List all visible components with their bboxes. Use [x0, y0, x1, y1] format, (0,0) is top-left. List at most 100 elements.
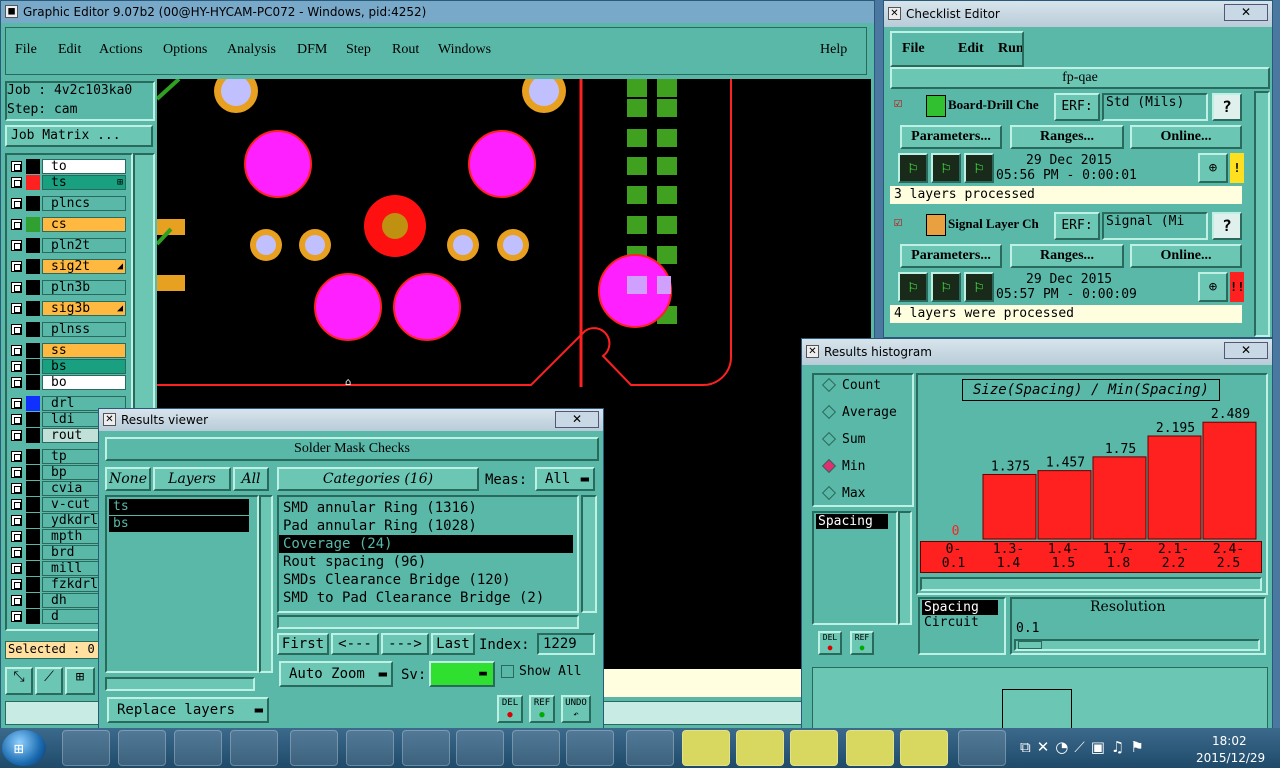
- taskbar-image-icon[interactable]: [346, 730, 394, 766]
- taskbar-network-icon[interactable]: [958, 730, 1006, 766]
- taskbar-editor-icon[interactable]: [682, 730, 730, 766]
- last-button[interactable]: Last: [431, 633, 475, 655]
- results-histogram-titlebar[interactable]: ✕ Results histogram ✕: [802, 339, 1272, 365]
- menu-edit[interactable]: Edit: [58, 42, 81, 58]
- undo-button[interactable]: UNDO ↶: [561, 695, 591, 723]
- checklist-editor-titlebar[interactable]: ✕ Checklist Editor ✕: [884, 1, 1272, 27]
- grid-button[interactable]: ⊞: [65, 667, 95, 695]
- layer-row-cs[interactable]: cs: [9, 216, 127, 233]
- layer-row-pln3b[interactable]: pln3b: [9, 279, 127, 296]
- close-icon[interactable]: ✕: [1224, 4, 1268, 21]
- histogram-bar[interactable]: [1092, 456, 1147, 540]
- categories-tab[interactable]: Categories (16): [277, 467, 479, 491]
- parameters-button[interactable]: Parameters...: [900, 244, 1002, 268]
- histogram-bar[interactable]: [1147, 435, 1202, 540]
- taskbar-editor-icon[interactable]: [736, 730, 784, 766]
- erf-field[interactable]: Signal (Mi: [1102, 212, 1208, 240]
- check-enabled-icon[interactable]: ☑: [894, 95, 902, 111]
- hist-del-button[interactable]: DEL ●: [818, 631, 842, 655]
- del-button[interactable]: DEL ●: [497, 695, 523, 723]
- taskbar-app-f-icon[interactable]: [174, 730, 222, 766]
- categories-vscroll[interactable]: [581, 495, 597, 613]
- category-item[interactable]: Rout spacing (96): [279, 553, 573, 571]
- menu-dfm[interactable]: DFM: [297, 42, 327, 58]
- layer-checkbox[interactable]: [11, 531, 22, 542]
- category-item[interactable]: SMD to Pad Clearance Bridge (2): [279, 589, 573, 607]
- histogram-hscroll[interactable]: [920, 577, 1262, 591]
- layer-row-sig2t[interactable]: sig2t ◢: [9, 258, 127, 275]
- layer-row-sig3b[interactable]: sig3b ◢: [9, 300, 127, 317]
- next-button[interactable]: --->: [381, 633, 429, 655]
- check-name[interactable]: Board-Drill Che: [948, 97, 1058, 113]
- layer-row-pln2t[interactable]: pln2t: [9, 237, 127, 254]
- category-item[interactable]: SMD annular Ring (1316): [279, 499, 573, 517]
- measure-item[interactable]: Spacing: [816, 514, 888, 529]
- category-item[interactable]: Pad annular Ring (1028): [279, 517, 573, 535]
- run-check-icon[interactable]: ⚐: [898, 153, 928, 183]
- layer-checkbox[interactable]: [11, 483, 22, 494]
- first-button[interactable]: First: [277, 633, 329, 655]
- layer-checkbox[interactable]: [11, 198, 22, 209]
- layer-checkbox[interactable]: [11, 161, 22, 172]
- close-icon[interactable]: ✕: [555, 411, 599, 428]
- layer-checkbox[interactable]: [11, 398, 22, 409]
- layer-checkbox[interactable]: [11, 345, 22, 356]
- auto-zoom-select[interactable]: Auto Zoom ▬: [279, 661, 393, 687]
- menu-windows[interactable]: Windows: [438, 42, 491, 58]
- check-enabled-icon[interactable]: ☑: [894, 214, 902, 230]
- slider-thumb[interactable]: [1018, 641, 1042, 649]
- menu-file[interactable]: File: [15, 42, 37, 58]
- layer-checkbox[interactable]: [11, 451, 22, 462]
- measure-vscroll[interactable]: [898, 511, 912, 625]
- mode-max-radio[interactable]: Max: [820, 485, 910, 505]
- mode-average-radio[interactable]: Average: [820, 404, 910, 424]
- taskbar-editor-icon[interactable]: [790, 730, 838, 766]
- layer-row-ts[interactable]: ts ⊞: [9, 174, 127, 191]
- run-check-icon[interactable]: ⚐: [931, 153, 961, 183]
- layer-checkbox[interactable]: [11, 547, 22, 558]
- layer-checkbox[interactable]: [11, 414, 22, 425]
- help-menu[interactable]: Help: [820, 42, 847, 58]
- ranges-button[interactable]: Ranges...: [1010, 244, 1124, 268]
- layers-hscroll[interactable]: [105, 677, 255, 691]
- zoom-fit-button[interactable]: ⤡: [5, 667, 33, 695]
- run-check-icon[interactable]: ⚐: [898, 272, 928, 302]
- taskbar-image-icon[interactable]: [456, 730, 504, 766]
- category-item[interactable]: SMDs Clearance Bridge (120): [279, 571, 573, 589]
- taskbar-editor-icon[interactable]: [900, 730, 948, 766]
- run-check-icon[interactable]: ⚐: [931, 272, 961, 302]
- layer-result-item[interactable]: bs: [109, 516, 249, 532]
- layer-checkbox[interactable]: [11, 324, 22, 335]
- layer-checkbox[interactable]: [11, 240, 22, 251]
- measure-button[interactable]: ⟋: [35, 667, 63, 695]
- layer-checkbox[interactable]: [11, 303, 22, 314]
- ref-button[interactable]: REF ●: [529, 695, 555, 723]
- zoom-results-icon[interactable]: ⊕: [1198, 272, 1228, 302]
- graphic-editor-titlebar[interactable]: ◼ Graphic Editor 9.07b2 (00@HY-HYCAM-PC0…: [1, 1, 874, 23]
- taskbar-shell-icon[interactable]: [118, 730, 166, 766]
- mode-count-radio[interactable]: Count: [820, 377, 910, 397]
- layer-checkbox[interactable]: [11, 282, 22, 293]
- check-help-button[interactable]: ?: [1212, 212, 1242, 240]
- prev-button[interactable]: <---: [331, 633, 379, 655]
- close-icon[interactable]: ✕: [1224, 342, 1268, 359]
- layer-checkbox[interactable]: [11, 377, 22, 388]
- group-item[interactable]: Spacing: [922, 600, 998, 615]
- online-button[interactable]: Online...: [1130, 125, 1242, 149]
- check-help-button[interactable]: ?: [1212, 93, 1242, 121]
- layer-checkbox[interactable]: [11, 261, 22, 272]
- results-viewer-titlebar[interactable]: ✕ Results viewer ✕: [99, 409, 603, 431]
- layer-checkbox[interactable]: [11, 515, 22, 526]
- layer-checkbox[interactable]: [11, 430, 22, 441]
- check-name[interactable]: Signal Layer Ch: [948, 216, 1058, 232]
- menu-actions[interactable]: Actions: [99, 42, 143, 58]
- layer-checkbox[interactable]: [11, 219, 22, 230]
- stop-check-icon[interactable]: ⚐: [964, 272, 994, 302]
- layer-row-plncs[interactable]: plncs: [9, 195, 127, 212]
- layer-checkbox[interactable]: [11, 499, 22, 510]
- taskbar-image-icon[interactable]: [402, 730, 450, 766]
- menu-analysis[interactable]: Analysis: [227, 42, 276, 58]
- layer-row-to[interactable]: to: [9, 158, 127, 175]
- index-field[interactable]: 1229: [537, 633, 595, 655]
- taskbar-adobe-icon[interactable]: [62, 730, 110, 766]
